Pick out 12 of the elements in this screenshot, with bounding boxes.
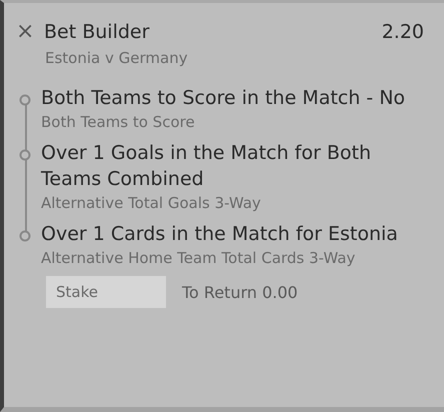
market-name: Alternative Home Team Total Cards 3-Way bbox=[41, 248, 356, 268]
to-return: To Return 0.00 bbox=[182, 282, 298, 302]
selection-name: Over 1 Cards in the Match for Estonia bbox=[41, 222, 399, 247]
market-name: Alternative Total Goals 3-Way bbox=[41, 193, 262, 213]
close-button[interactable]: × bbox=[16, 21, 44, 43]
selection-name: Both Teams to Score in the Match - No bbox=[41, 86, 406, 111]
market-name: Both Teams to Score bbox=[41, 112, 196, 132]
selection-name: Over 1 Goals in the Match for Both Teams Combined bbox=[41, 141, 372, 192]
stake-field[interactable]: Stake bbox=[46, 276, 166, 308]
bet-title: Bet Builder bbox=[44, 21, 150, 43]
event-name: Estonia v Germany bbox=[45, 49, 189, 67]
odds: 2.20 bbox=[382, 21, 424, 43]
